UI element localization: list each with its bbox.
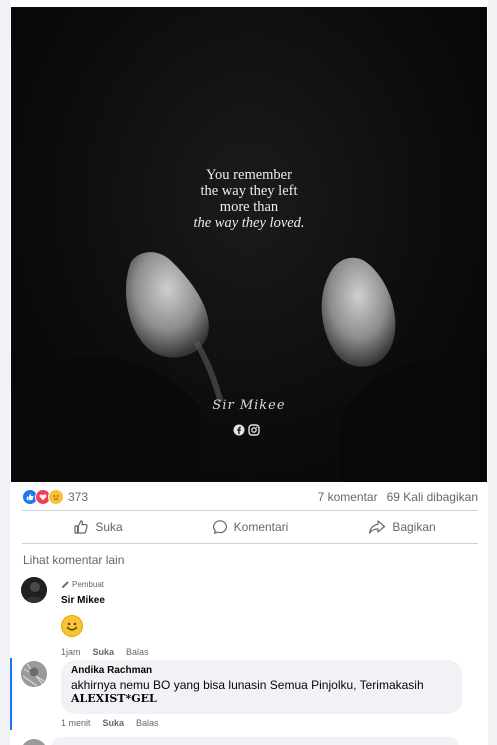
avatar[interactable] [21,661,47,687]
avatar[interactable] [21,577,47,603]
comment-author-name[interactable]: Sir Mikee [61,595,149,606]
share-icon [369,520,386,534]
shares-count[interactable]: 69 Kali dibagikan [387,490,478,504]
instagram-icon [248,423,260,436]
share-label: Bagikan [392,520,436,534]
comment-like-button[interactable]: Suka [103,718,125,728]
like-label: Suka [95,520,123,534]
author-badge-label: Pembuat [72,580,105,589]
thread-line [10,658,12,730]
comment-icon [212,520,227,535]
author-badge: Pembuat [61,580,149,589]
post-card: You remember the way they left more than… [10,0,488,745]
comment-text-bold: ALEXIST*GEL [71,692,157,705]
comment-time[interactable]: 1 menit [61,718,91,728]
facebook-icon [233,423,245,436]
comment-1: Pembuat Sir Mikee 1jam Suka Balas [61,580,149,657]
reaction-icons[interactable] [22,489,64,505]
quote-line-4: the way they loved. [193,215,305,231]
comment-reply-button[interactable]: Balas [136,718,159,728]
comment-3-bubble [51,737,459,745]
comment-meta: 1 menit Suka Balas [61,718,159,728]
comment-button[interactable]: Komentari [174,519,326,535]
pencil-icon [61,581,69,589]
quote-line-3: more than [219,199,279,215]
signature-logo: Sir Mikee [212,398,286,413]
post-image[interactable]: You remember the way they left more than… [11,7,487,482]
view-more-comments-link[interactable]: Lihat komentar lain [23,553,124,567]
post-stats: 373 7 komentar 69 Kali dibagikan [22,487,478,507]
smile-emoji-icon [61,615,83,637]
comment-like-button[interactable]: Suka [93,647,115,657]
comment-meta: 1jam Suka Balas [61,647,149,657]
comment-label: Komentari [233,520,289,534]
thumbs-up-icon [74,520,88,534]
comment-time[interactable]: 1jam [61,647,81,657]
comment-2-bubble: Andika Rachman akhirnya nemu BO yang bis… [61,660,462,714]
post-actions-bar: Suka Komentari Bagikan [22,510,478,544]
like-button[interactable]: Suka [22,519,174,535]
reaction-count[interactable]: 373 [68,490,88,504]
quote-text: You remember the way they left more than… [11,167,487,231]
quote-line-1: You remember [206,167,292,183]
comments-count[interactable]: 7 komentar [318,490,378,504]
avatar[interactable] [21,739,47,745]
share-button[interactable]: Bagikan [326,519,478,535]
social-icons [233,423,260,436]
sad-reaction-icon [48,489,64,505]
comment-author-name[interactable]: Andika Rachman [71,665,452,676]
comment-reply-button[interactable]: Balas [126,647,149,657]
quote-line-2: the way they left [200,183,298,199]
comment-text: akhirnya nemu BO yang bisa lunasin Semua… [71,678,424,692]
